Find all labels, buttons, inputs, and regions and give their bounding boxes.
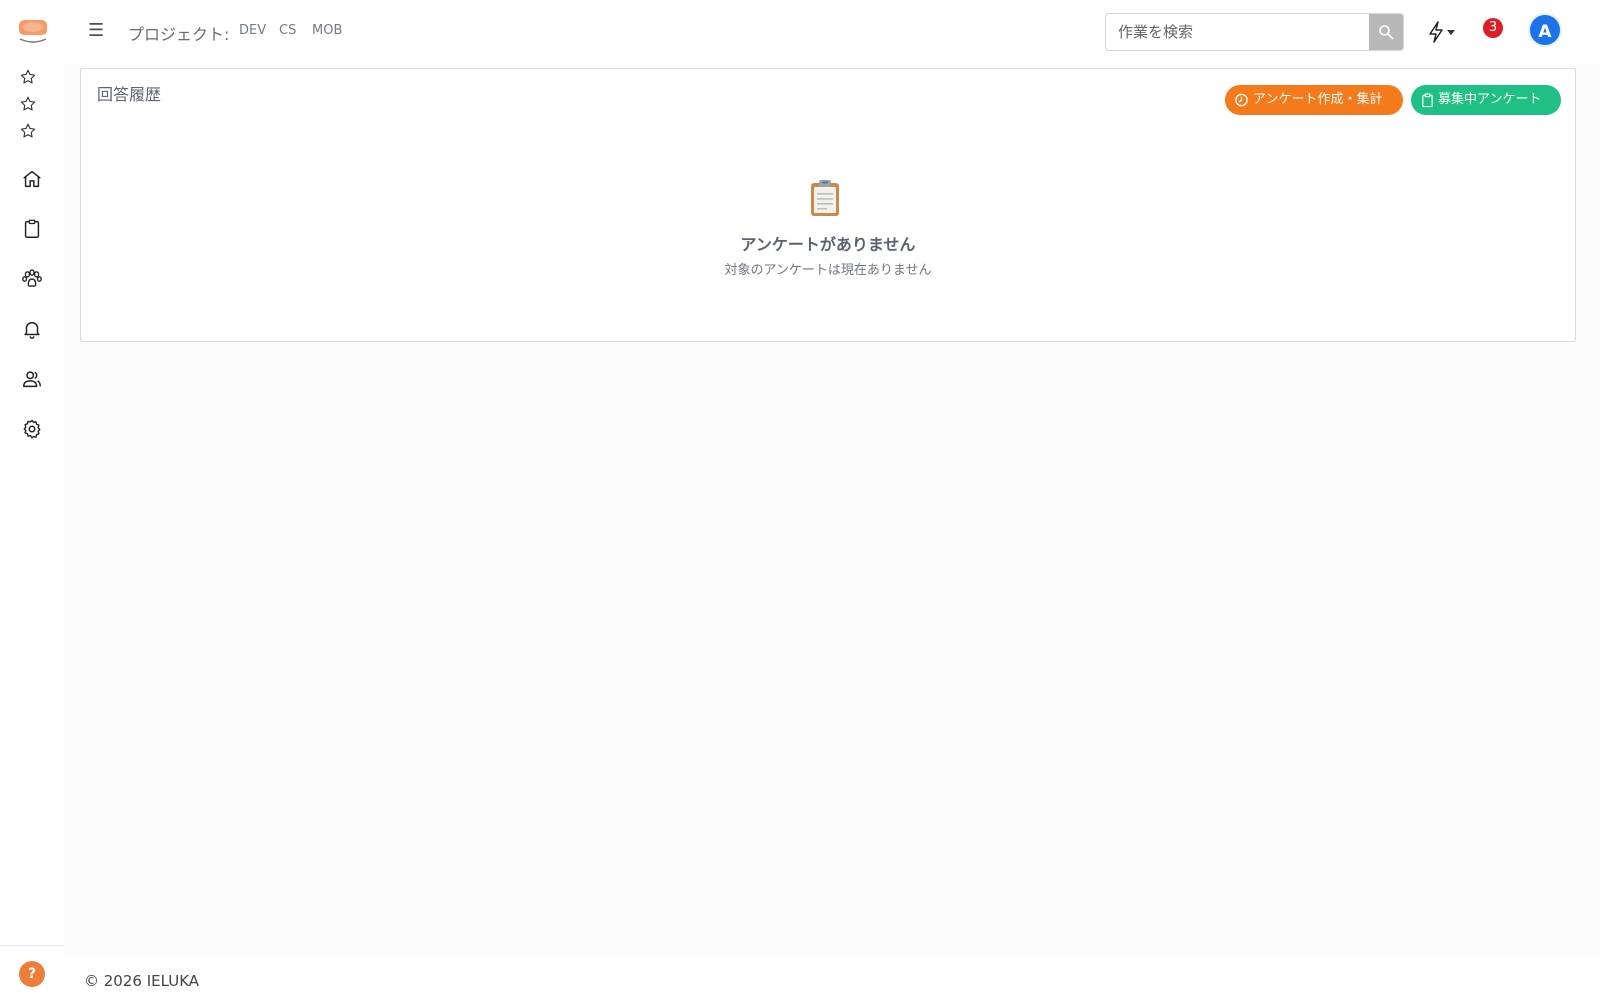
main-content: 回答履歴 アンケート作成・集計 募集中アンケート アンケートがありません 対象の…	[64, 64, 1600, 957]
menu-toggle-icon[interactable]: ☰	[88, 22, 104, 40]
favorite-star-icon[interactable]	[19, 68, 37, 86]
gear-icon[interactable]	[21, 418, 43, 440]
search-button[interactable]	[1369, 14, 1403, 50]
create-survey-button[interactable]: アンケート作成・集計	[1225, 85, 1403, 115]
project-link-dev[interactable]: DEV	[239, 23, 266, 38]
create-survey-label: アンケート作成・集計	[1253, 92, 1383, 107]
favorite-star-icon[interactable]	[19, 95, 37, 113]
recruiting-surveys-label: 募集中アンケート	[1438, 92, 1542, 107]
help-button[interactable]: ?	[19, 961, 45, 987]
clock-icon	[1234, 92, 1249, 108]
project-link-cs[interactable]: CS	[279, 23, 296, 38]
app-logo-icon[interactable]	[17, 18, 49, 44]
home-icon[interactable]	[21, 168, 43, 190]
empty-state-subtitle: 対象のアンケートは現在ありません	[724, 263, 932, 278]
empty-state-title: アンケートがありません	[740, 235, 916, 254]
quick-actions-bolt-icon[interactable]	[1426, 20, 1446, 44]
recruiting-surveys-button[interactable]: 募集中アンケート	[1411, 85, 1561, 115]
sidebar-divider	[0, 945, 64, 946]
favorite-star-icon[interactable]	[19, 122, 37, 140]
chevron-down-icon[interactable]	[1447, 30, 1455, 35]
user-avatar[interactable]: A	[1528, 13, 1562, 47]
project-label: プロジェクト:	[128, 25, 230, 44]
clipboard-icon[interactable]	[21, 218, 43, 240]
project-link-mob[interactable]: MOB	[312, 23, 342, 38]
clipboard-icon	[1420, 92, 1435, 108]
card-title: 回答履歴	[97, 85, 162, 104]
footer-copyright: © 2026 IELUKA	[84, 972, 200, 990]
empty-clipboard-icon	[809, 179, 841, 217]
answer-history-card: 回答履歴 アンケート作成・集計 募集中アンケート アンケートがありません 対象の…	[80, 68, 1576, 342]
search-box	[1105, 13, 1404, 51]
search-input[interactable]	[1106, 14, 1370, 50]
paw-icon[interactable]	[21, 268, 43, 290]
search-icon	[1379, 25, 1394, 40]
users-icon[interactable]	[21, 368, 43, 390]
sidebar: ?	[0, 0, 64, 1000]
bell-icon[interactable]	[21, 318, 43, 340]
notification-badge[interactable]: 3	[1483, 18, 1503, 38]
